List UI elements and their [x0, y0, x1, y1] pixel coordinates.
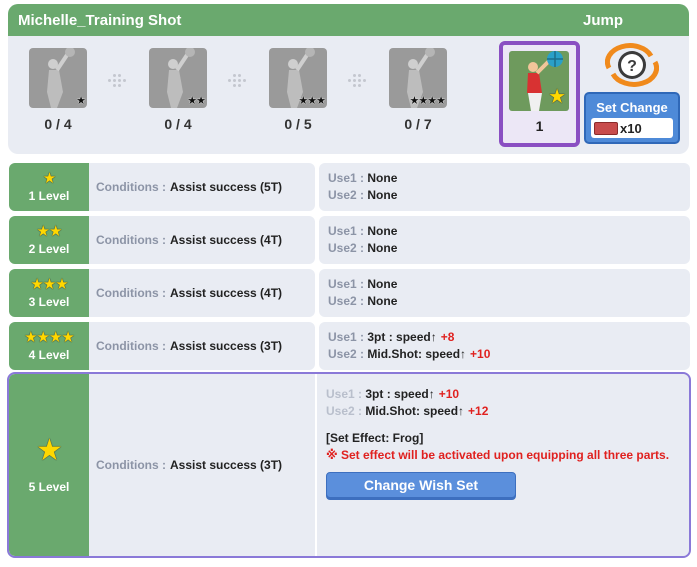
conditions-label: Conditions : — [96, 233, 166, 247]
card-count: 0 / 4 — [164, 116, 192, 132]
card-level-3[interactable]: ★★★ — [269, 48, 327, 108]
use2-label: Use2 : — [326, 404, 363, 418]
use1-value: None — [367, 277, 398, 291]
card-stars: ★ — [76, 95, 86, 107]
cost-quantity: x10 — [620, 120, 642, 136]
panel-header: Michelle_Training Shot Jump — [8, 4, 689, 36]
card-count: 1 — [535, 118, 544, 134]
level-label: 5 Level — [28, 480, 70, 494]
player-portrait: ★ — [509, 51, 569, 111]
use-effects: Use1 : 3pt : speed↑ +8 Use2 : Mid.Shot: s… — [319, 322, 690, 370]
position-tag: Jump — [582, 11, 623, 29]
level-stars: ★ — [36, 434, 63, 467]
use-effects: Use1 : 3pt : speed↑ +10 Use2 : Mid.Shot: … — [317, 374, 689, 556]
level-label: 2 Level — [28, 242, 70, 256]
conditions: Conditions : Assist success (3T) — [89, 374, 315, 556]
card-stars: ★★★ — [298, 95, 326, 107]
use1-value: 3pt : speed↑ — [365, 387, 435, 401]
use1-bonus: +10 — [438, 387, 460, 401]
level-row-1: ★ 1 Level Conditions : Assist success (5… — [9, 163, 690, 211]
level-row-2: ★★ 2 Level Conditions : Assist success (… — [9, 216, 690, 264]
set-effect-title: [Set Effect: Frog] — [326, 431, 424, 445]
level-stars: ★ — [42, 170, 56, 187]
progress-arrow-icon — [348, 74, 368, 88]
level-stars: ★★ — [36, 223, 63, 240]
conditions-label: Conditions : — [96, 458, 166, 472]
conditions-value: Assist success (3T) — [169, 339, 283, 353]
card-stars: ★ — [548, 86, 566, 108]
conditions-value: Assist success (5T) — [169, 180, 283, 194]
conditions-value: Assist success (4T) — [169, 286, 283, 300]
level-row-5: ★ 5 Level Conditions : Assist success (3… — [7, 372, 691, 558]
use2-bonus: +10 — [470, 347, 491, 361]
card-level-4[interactable]: ★★★★ — [389, 48, 447, 108]
use1-label: Use1 : — [328, 330, 365, 344]
level-stars: ★★★★ — [24, 329, 75, 346]
use2-value: None — [367, 241, 398, 255]
level-badge: ★ 1 Level — [9, 163, 89, 211]
conditions-label: Conditions : — [96, 180, 166, 194]
conditions-value: Assist success (3T) — [169, 458, 283, 472]
level-badge: ★ 5 Level — [9, 374, 89, 556]
card-active[interactable]: ★ 1 — [499, 41, 580, 147]
card-level-2[interactable]: ★★ — [149, 48, 207, 108]
use1-bonus: +8 — [440, 330, 455, 344]
conditions-label: Conditions : — [96, 286, 166, 300]
set-change-cost: x10 — [591, 118, 673, 138]
card-stars: ★★★★ — [409, 95, 446, 107]
level-row-3: ★★★ 3 Level Conditions : Assist success … — [9, 269, 690, 317]
use2-label: Use2 : — [328, 241, 365, 255]
conditions-label: Conditions : — [96, 339, 166, 353]
use1-label: Use1 : — [326, 387, 363, 401]
use2-value: Mid.Shot: speed↑ — [365, 404, 465, 418]
use1-value: 3pt : speed↑ — [367, 330, 437, 344]
card-stars: ★★ — [187, 95, 206, 107]
set-change-button[interactable]: Set Change x10 — [584, 92, 680, 144]
svg-text:?: ? — [627, 58, 637, 75]
random-question-icon[interactable]: ? — [605, 42, 659, 88]
level-label: 4 Level — [28, 348, 70, 362]
use2-value: None — [367, 294, 398, 308]
use2-label: Use2 : — [328, 294, 365, 308]
use2-label: Use2 : — [328, 347, 365, 361]
use1-label: Use1 : — [328, 224, 365, 238]
progress-arrow-icon — [108, 74, 128, 88]
use-effects: Use1 : None Use2 : None — [319, 163, 690, 211]
level-stars: ★★★ — [30, 276, 68, 293]
panel-title: Michelle_Training Shot — [18, 11, 182, 29]
use2-label: Use2 : — [328, 188, 365, 202]
level-badge: ★★★★ 4 Level — [9, 322, 89, 370]
use2-bonus: +12 — [468, 404, 489, 418]
level-label: 1 Level — [28, 189, 70, 203]
ticket-icon — [594, 121, 618, 135]
use2-value: Mid.Shot: speed↑ — [367, 347, 467, 361]
card-count: 0 / 7 — [404, 116, 432, 132]
level-row-4: ★★★★ 4 Level Conditions : Assist success… — [9, 322, 690, 370]
use2-value: None — [367, 188, 398, 202]
use-effects: Use1 : None Use2 : None — [319, 269, 690, 317]
progress-arrow-icon — [228, 74, 248, 88]
use1-value: None — [367, 224, 398, 238]
conditions-value: Assist success (4T) — [169, 233, 283, 247]
level-badge: ★★★ 3 Level — [9, 269, 89, 317]
use-effects: Use1 : None Use2 : None — [319, 216, 690, 264]
set-effect-warning: ※ Set effect will be activated upon equi… — [326, 448, 670, 462]
card-level-1[interactable]: ★ — [29, 48, 87, 108]
change-wish-set-button[interactable]: Change Wish Set — [326, 472, 516, 498]
level-label: 3 Level — [28, 295, 70, 309]
level-badge: ★★ 2 Level — [9, 216, 89, 264]
use1-label: Use1 : — [328, 277, 365, 291]
use1-label: Use1 : — [328, 171, 365, 185]
conditions: Conditions : Assist success (4T) — [89, 269, 315, 317]
use1-value: None — [367, 171, 398, 185]
conditions: Conditions : Assist success (5T) — [89, 163, 315, 211]
conditions: Conditions : Assist success (3T) — [89, 322, 315, 370]
set-change-label: Set Change — [596, 100, 668, 115]
card-count: 0 / 5 — [284, 116, 312, 132]
card-count: 0 / 4 — [44, 116, 72, 132]
conditions: Conditions : Assist success (4T) — [89, 216, 315, 264]
